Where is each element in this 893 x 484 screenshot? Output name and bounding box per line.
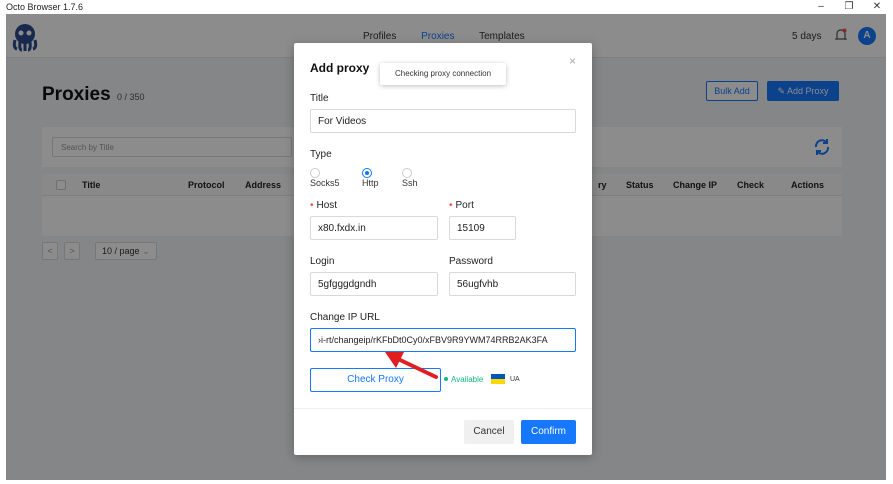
change-ip-input[interactable]: ›i-rt/changeip/rKFbDt0Cy0/xFBV9R9YWM74RR…	[310, 328, 576, 352]
footer-divider	[294, 408, 592, 409]
type-label: Type	[310, 149, 332, 160]
add-proxy-modal: Add proxy × Checking proxy connection Ti…	[294, 43, 592, 455]
ukraine-flag-icon	[491, 374, 505, 384]
port-label-text: Port	[455, 200, 474, 211]
minimize-button[interactable]: –	[810, 0, 832, 14]
country-code: UA	[510, 376, 520, 383]
close-icon[interactable]: ×	[569, 54, 576, 68]
radio-ssh-label: Ssh	[402, 178, 418, 188]
login-label: Login	[310, 256, 335, 267]
status-badge: Available	[444, 375, 483, 384]
modal-title: Add proxy	[310, 61, 370, 75]
port-input[interactable]: 15109	[449, 216, 516, 240]
radio-socks5[interactable]: Socks5	[310, 168, 340, 188]
radio-http[interactable]: Http	[362, 168, 379, 188]
checking-tooltip: Checking proxy connection	[380, 63, 506, 85]
close-window-button[interactable]: ✕	[866, 0, 888, 14]
port-label: • Port	[449, 200, 474, 211]
restore-button[interactable]: ❐	[838, 0, 860, 14]
radio-dot	[310, 168, 320, 178]
status-dot	[444, 377, 448, 381]
required-marker: •	[449, 200, 453, 211]
host-label: • Host	[310, 200, 337, 211]
login-input[interactable]: 5gfgggdgndh	[310, 272, 438, 296]
cancel-button[interactable]: Cancel	[464, 420, 514, 444]
radio-http-label: Http	[362, 178, 379, 188]
title-label: Title	[310, 93, 329, 104]
check-proxy-button[interactable]: Check Proxy	[310, 368, 441, 392]
host-input[interactable]: x80.fxdx.in	[310, 216, 438, 240]
radio-ssh[interactable]: Ssh	[402, 168, 418, 188]
confirm-button[interactable]: Confirm	[521, 420, 576, 444]
window-titlebar: Octo Browser 1.7.6 – ❐ ✕	[0, 0, 893, 14]
change-ip-label: Change IP URL	[310, 312, 380, 323]
status-text: Available	[451, 375, 484, 384]
radio-dot	[402, 168, 412, 178]
window-title: Octo Browser 1.7.6	[6, 2, 84, 12]
radio-socks5-label: Socks5	[310, 178, 340, 188]
required-marker: •	[310, 200, 314, 211]
title-input[interactable]: For Videos	[310, 109, 576, 133]
password-input[interactable]: 56ugfvhb	[449, 272, 576, 296]
password-label: Password	[449, 256, 493, 267]
radio-dot-selected	[362, 168, 372, 178]
host-label-text: Host	[316, 200, 338, 211]
